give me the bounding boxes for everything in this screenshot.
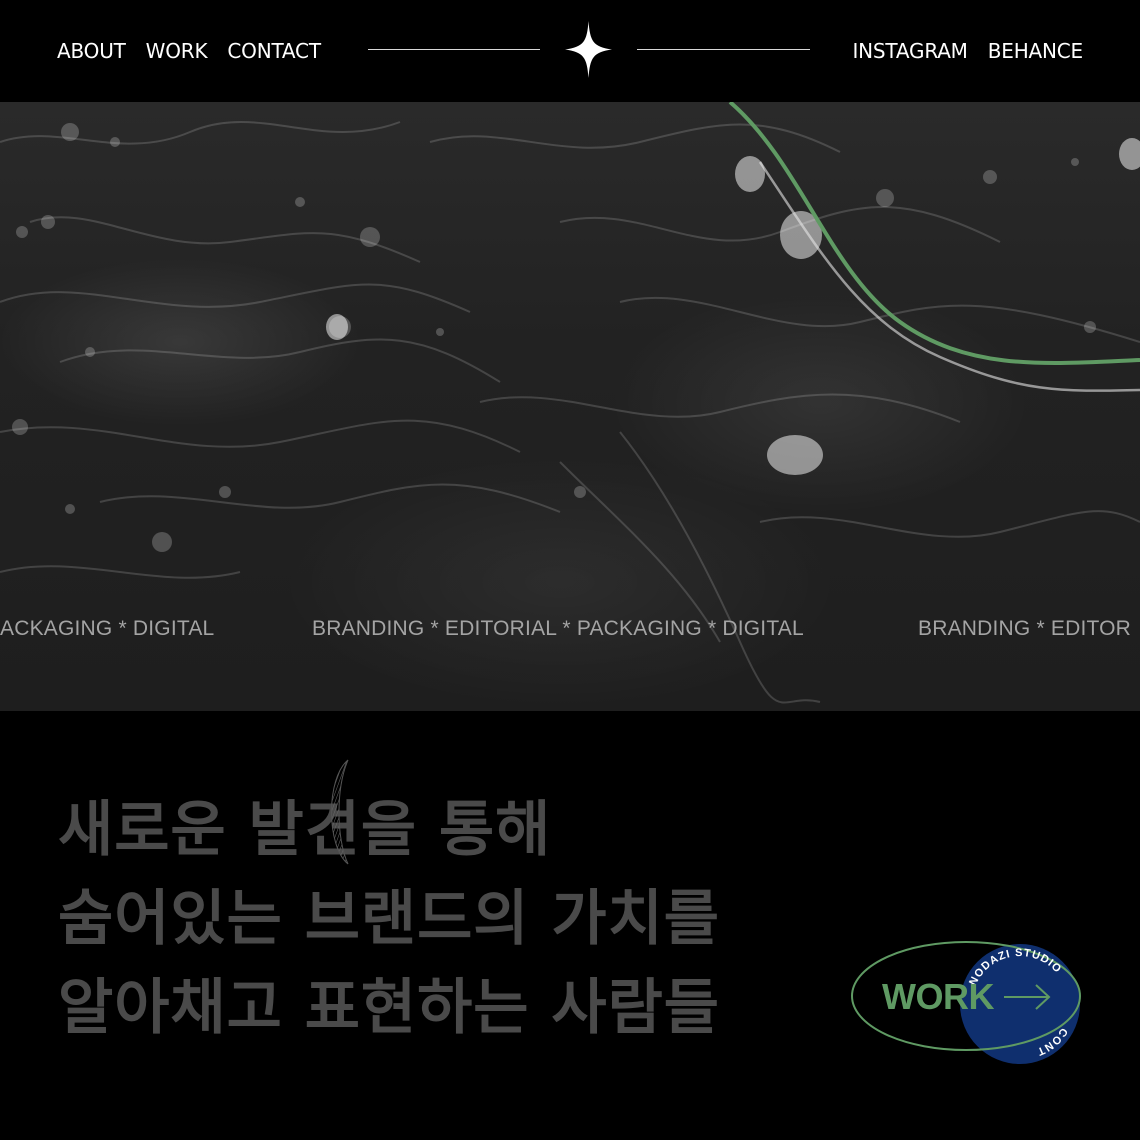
crescent-moon-icon	[331, 759, 349, 865]
site-header: ABOUT WORK CONTACT INSTAGRAM BEHANCE	[0, 0, 1140, 102]
tagline-line-1: 새로운 발견을 통해	[58, 795, 552, 865]
hero-image: ACKAGING * DIGITAL BRANDING * EDITORIAL …	[0, 102, 1140, 711]
marquee-item: BRANDING * EDITOR	[918, 617, 1132, 640]
header-divider-left	[368, 49, 540, 50]
header-divider-right	[637, 49, 810, 50]
nav-work-link[interactable]: WORK	[146, 38, 208, 64]
nav-instagram-link[interactable]: INSTAGRAM	[852, 38, 967, 64]
marquee-item: BRANDING * EDITORIAL * PACKAGING * DIGIT…	[312, 617, 804, 640]
services-marquee: ACKAGING * DIGITAL BRANDING * EDITORIAL …	[0, 617, 1140, 647]
tagline-line-3: 알아채고 표현하는 사람들	[58, 973, 720, 1043]
work-cta-label: WORK	[882, 976, 994, 1017]
social-nav: INSTAGRAM BEHANCE	[852, 38, 1083, 64]
four-point-star-icon[interactable]	[565, 21, 612, 78]
nav-contact-link[interactable]: CONTACT	[227, 38, 321, 64]
nav-behance-link[interactable]: BEHANCE	[988, 38, 1083, 64]
tagline-line-2: 숨어있는 브랜드의 가치를	[58, 884, 720, 954]
marquee-item: ACKAGING * DIGITAL	[0, 617, 215, 640]
hero-tagline: 새로운 발견을 통해 숨어있는 브랜드의 가치를 알아채고 표현하는 사람들	[58, 786, 720, 1053]
primary-nav: ABOUT WORK CONTACT	[57, 38, 321, 64]
nav-about-link[interactable]: ABOUT	[57, 38, 126, 64]
work-cta-button[interactable]: NODAZI STUDIO CONT WORK	[850, 940, 1086, 1068]
